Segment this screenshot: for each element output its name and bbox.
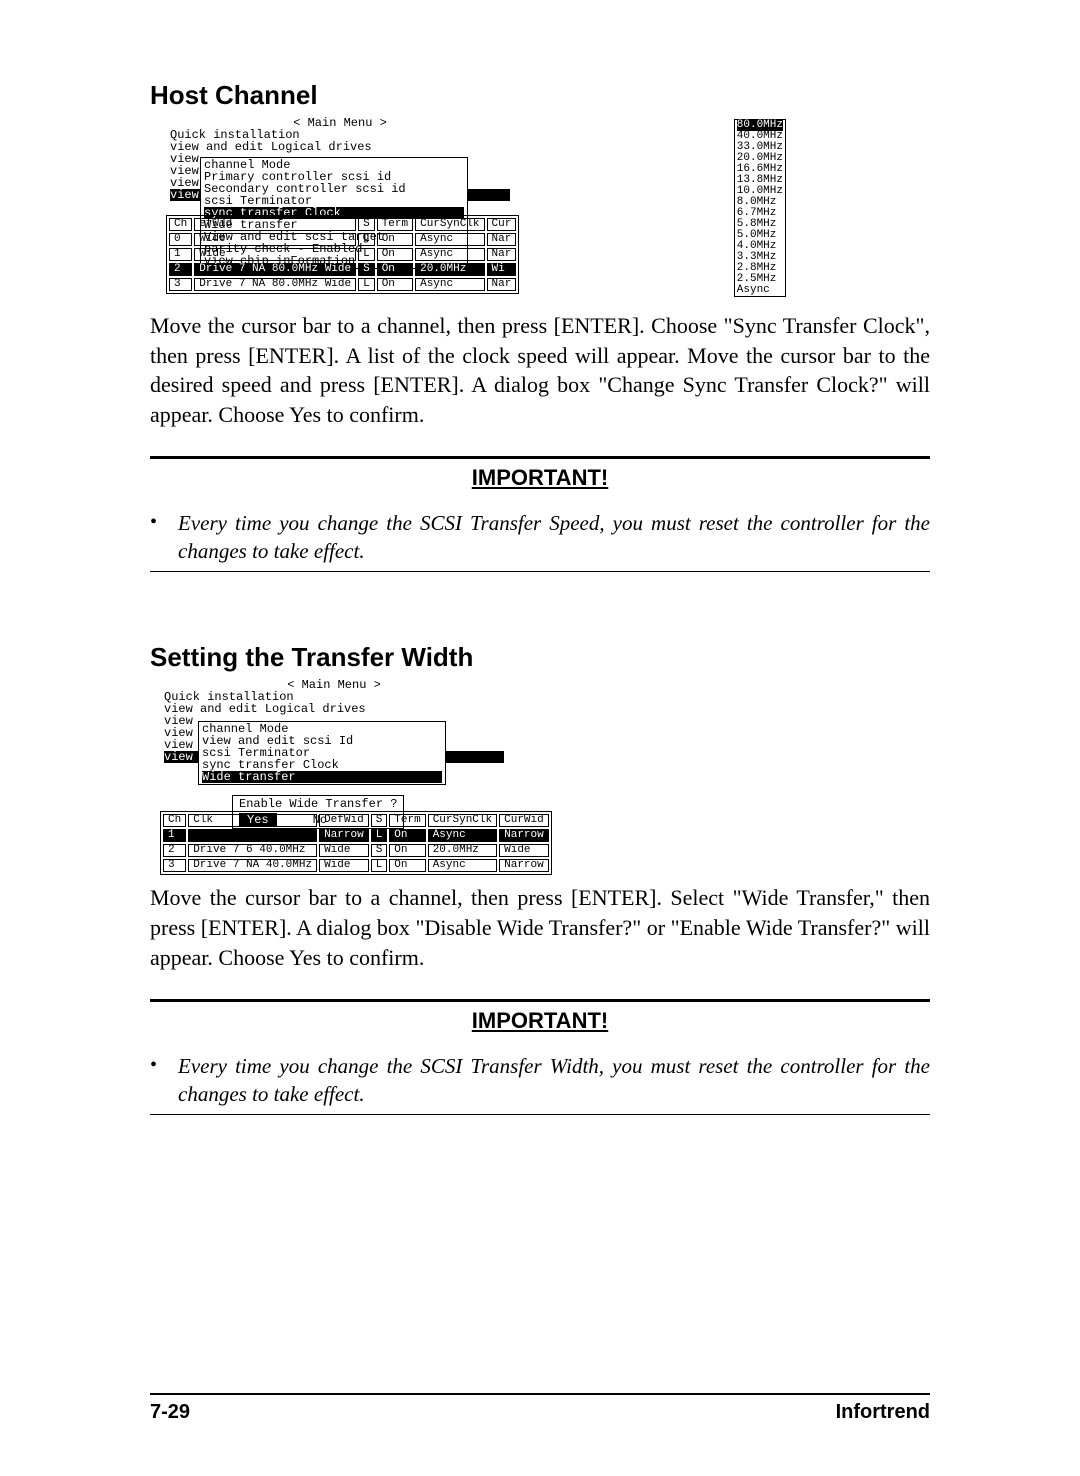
t2-dialog-question: Enable Wide Transfer ? xyxy=(239,798,397,810)
bullet-icon: • xyxy=(150,1052,178,1109)
terminal-screenshot-1: < Main Menu > Quick installation view an… xyxy=(160,117,780,297)
terminal-screenshot-2: < Main Menu > Quick installation view an… xyxy=(154,679,814,869)
table-row: 1 Narrow L On Async Narrow xyxy=(163,829,549,842)
important-label-2: IMPORTANT! xyxy=(150,1008,930,1034)
t1-menu-1: view and edit Logical drives xyxy=(170,141,510,153)
bullet-icon: • xyxy=(150,509,178,566)
divider xyxy=(150,999,930,1002)
section1-paragraph: Move the cursor bar to a channel, then p… xyxy=(150,311,930,430)
important1-text: Every time you change the SCSI Transfer … xyxy=(178,509,930,566)
section2-paragraph: Move the cursor bar to a channel, then p… xyxy=(150,883,930,972)
t1-clock-15: Async xyxy=(737,285,783,296)
t2-channel-table: Ch Clk DefWid S Term CurSynClk CurWid 1 … xyxy=(160,811,552,875)
t1-channel-table: Ch efWid S Term CurSynClk Cur 0 Wide L O… xyxy=(166,215,519,294)
t2-menu-1: view and edit Logical drives xyxy=(164,703,504,715)
table-row: 2 Drive 7 NA 80.0MHz Wide S On 20.0MHz W… xyxy=(169,263,516,276)
table-row: Ch efWid S Term CurSynClk Cur xyxy=(169,218,516,231)
table-row: 3 Drive 7 NA 40.0MHz Wide L On Async Nar… xyxy=(163,859,549,872)
brand-name: Infortrend xyxy=(836,1401,930,1424)
divider xyxy=(150,1114,930,1115)
divider xyxy=(150,571,930,572)
page-footer: 7-29 Infortrend xyxy=(150,1393,930,1424)
important-block-1: IMPORTANT! • Every time you change the S… xyxy=(150,456,930,573)
table-row: Ch Clk DefWid S Term CurSynClk CurWid xyxy=(163,814,549,827)
t1-clocklist: 80.0MHz 40.0MHz 33.0MHz 20.0MHz 16.6MHz … xyxy=(734,119,786,297)
t2-sub-4: Wide transfer xyxy=(202,771,442,783)
section2-heading: Setting the Transfer Width xyxy=(150,642,930,673)
page-number: 7-29 xyxy=(150,1401,190,1424)
t2-submenu: channel Mode view and edit scsi Id scsi … xyxy=(198,721,446,785)
table-row: 2 Drive 7 6 40.0MHz Wide S On 20.0MHz Wi… xyxy=(163,844,549,857)
important-label-1: IMPORTANT! xyxy=(150,465,930,491)
table-row: 0 Wide L On Async Nar xyxy=(169,233,516,246)
important-block-2: IMPORTANT! • Every time you change the S… xyxy=(150,999,930,1116)
section1-heading: Host Channel xyxy=(150,80,930,111)
table-row: 3 Drive 7 NA 80.0MHz Wide L On Async Nar xyxy=(169,278,516,291)
important2-text: Every time you change the SCSI Transfer … xyxy=(178,1052,930,1109)
table-row: 1 Wide L On Async Nar xyxy=(169,248,516,261)
divider xyxy=(150,456,930,459)
